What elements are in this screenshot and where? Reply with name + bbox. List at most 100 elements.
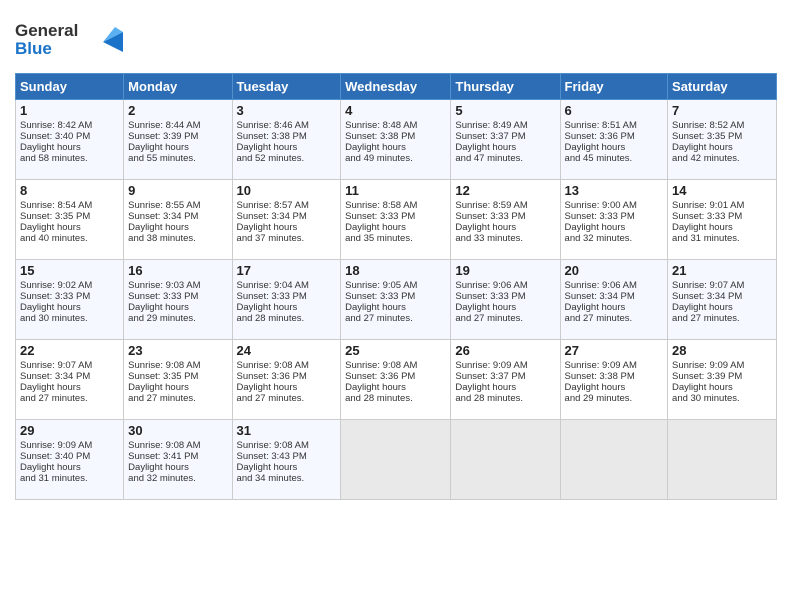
- sunset-text: Sunset: 3:40 PM: [20, 131, 119, 142]
- sunrise-text: Sunrise: 9:08 AM: [345, 360, 446, 371]
- day-number: 29: [20, 423, 119, 438]
- daylight-minutes: and 27 minutes.: [565, 313, 664, 324]
- daylight-text: Daylight hours: [20, 222, 119, 233]
- sunrise-text: Sunrise: 9:08 AM: [237, 360, 337, 371]
- sunset-text: Sunset: 3:34 PM: [237, 211, 337, 222]
- calendar-cell: 20Sunrise: 9:06 AMSunset: 3:34 PMDayligh…: [560, 260, 668, 340]
- sunset-text: Sunset: 3:35 PM: [20, 211, 119, 222]
- sunrise-text: Sunrise: 9:08 AM: [237, 440, 337, 451]
- daylight-text: Daylight hours: [128, 222, 227, 233]
- daylight-text: Daylight hours: [455, 142, 555, 153]
- calendar-cell: 4Sunrise: 8:48 AMSunset: 3:38 PMDaylight…: [341, 100, 451, 180]
- daylight-text: Daylight hours: [672, 142, 772, 153]
- sunrise-text: Sunrise: 8:59 AM: [455, 200, 555, 211]
- sunrise-text: Sunrise: 9:06 AM: [455, 280, 555, 291]
- daylight-minutes: and 27 minutes.: [20, 393, 119, 404]
- sunset-text: Sunset: 3:34 PM: [565, 291, 664, 302]
- daylight-text: Daylight hours: [672, 222, 772, 233]
- daylight-text: Daylight hours: [20, 382, 119, 393]
- calendar-cell: 19Sunrise: 9:06 AMSunset: 3:33 PMDayligh…: [451, 260, 560, 340]
- sunset-text: Sunset: 3:33 PM: [345, 211, 446, 222]
- daylight-text: Daylight hours: [128, 462, 227, 473]
- calendar-cell: 2Sunrise: 8:44 AMSunset: 3:39 PMDaylight…: [124, 100, 232, 180]
- daylight-minutes: and 28 minutes.: [345, 393, 446, 404]
- day-number: 5: [455, 103, 555, 118]
- calendar-cell: 5Sunrise: 8:49 AMSunset: 3:37 PMDaylight…: [451, 100, 560, 180]
- day-number: 21: [672, 263, 772, 278]
- calendar-cell: 11Sunrise: 8:58 AMSunset: 3:33 PMDayligh…: [341, 180, 451, 260]
- sunrise-text: Sunrise: 9:08 AM: [128, 440, 227, 451]
- daylight-minutes: and 49 minutes.: [345, 153, 446, 164]
- sunset-text: Sunset: 3:37 PM: [455, 131, 555, 142]
- calendar-cell: 12Sunrise: 8:59 AMSunset: 3:33 PMDayligh…: [451, 180, 560, 260]
- sunrise-text: Sunrise: 8:58 AM: [345, 200, 446, 211]
- sunrise-text: Sunrise: 9:09 AM: [20, 440, 119, 451]
- sunrise-text: Sunrise: 9:09 AM: [565, 360, 664, 371]
- daylight-text: Daylight hours: [345, 142, 446, 153]
- sunrise-text: Sunrise: 9:07 AM: [672, 280, 772, 291]
- daylight-text: Daylight hours: [20, 462, 119, 473]
- day-number: 4: [345, 103, 446, 118]
- daylight-minutes: and 52 minutes.: [237, 153, 337, 164]
- daylight-minutes: and 45 minutes.: [565, 153, 664, 164]
- day-number: 8: [20, 183, 119, 198]
- daylight-minutes: and 27 minutes.: [128, 393, 227, 404]
- day-number: 7: [672, 103, 772, 118]
- daylight-text: Daylight hours: [128, 302, 227, 313]
- svg-text:General: General: [15, 21, 78, 40]
- daylight-minutes: and 47 minutes.: [455, 153, 555, 164]
- day-number: 3: [237, 103, 337, 118]
- calendar-cell: [560, 420, 668, 500]
- calendar-cell: 9Sunrise: 8:55 AMSunset: 3:34 PMDaylight…: [124, 180, 232, 260]
- calendar-cell: 18Sunrise: 9:05 AMSunset: 3:33 PMDayligh…: [341, 260, 451, 340]
- sunrise-text: Sunrise: 9:00 AM: [565, 200, 664, 211]
- daylight-text: Daylight hours: [345, 382, 446, 393]
- day-number: 11: [345, 183, 446, 198]
- sunset-text: Sunset: 3:33 PM: [345, 291, 446, 302]
- sunrise-text: Sunrise: 9:07 AM: [20, 360, 119, 371]
- sunrise-text: Sunrise: 9:01 AM: [672, 200, 772, 211]
- daylight-minutes: and 30 minutes.: [20, 313, 119, 324]
- daylight-text: Daylight hours: [128, 142, 227, 153]
- daylight-text: Daylight hours: [565, 302, 664, 313]
- calendar-cell: 29Sunrise: 9:09 AMSunset: 3:40 PMDayligh…: [16, 420, 124, 500]
- day-number: 31: [237, 423, 337, 438]
- sunrise-text: Sunrise: 9:09 AM: [672, 360, 772, 371]
- sunset-text: Sunset: 3:34 PM: [128, 211, 227, 222]
- calendar-cell: 24Sunrise: 9:08 AMSunset: 3:36 PMDayligh…: [232, 340, 341, 420]
- sunset-text: Sunset: 3:35 PM: [672, 131, 772, 142]
- calendar-cell: 30Sunrise: 9:08 AMSunset: 3:41 PMDayligh…: [124, 420, 232, 500]
- daylight-text: Daylight hours: [345, 302, 446, 313]
- daylight-minutes: and 35 minutes.: [345, 233, 446, 244]
- calendar-cell: 16Sunrise: 9:03 AMSunset: 3:33 PMDayligh…: [124, 260, 232, 340]
- daylight-minutes: and 58 minutes.: [20, 153, 119, 164]
- day-number: 30: [128, 423, 227, 438]
- calendar-table: SundayMondayTuesdayWednesdayThursdayFrid…: [15, 73, 777, 500]
- weekday-header: Thursday: [451, 74, 560, 100]
- sunset-text: Sunset: 3:33 PM: [455, 291, 555, 302]
- day-number: 19: [455, 263, 555, 278]
- sunrise-text: Sunrise: 9:05 AM: [345, 280, 446, 291]
- calendar-cell: 23Sunrise: 9:08 AMSunset: 3:35 PMDayligh…: [124, 340, 232, 420]
- calendar-cell: 6Sunrise: 8:51 AMSunset: 3:36 PMDaylight…: [560, 100, 668, 180]
- calendar-cell: 14Sunrise: 9:01 AMSunset: 3:33 PMDayligh…: [668, 180, 777, 260]
- sunset-text: Sunset: 3:33 PM: [672, 211, 772, 222]
- sunset-text: Sunset: 3:33 PM: [237, 291, 337, 302]
- daylight-text: Daylight hours: [672, 382, 772, 393]
- sunrise-text: Sunrise: 8:57 AM: [237, 200, 337, 211]
- calendar-cell: 8Sunrise: 8:54 AMSunset: 3:35 PMDaylight…: [16, 180, 124, 260]
- daylight-text: Daylight hours: [20, 302, 119, 313]
- sunrise-text: Sunrise: 8:51 AM: [565, 120, 664, 131]
- daylight-minutes: and 29 minutes.: [128, 313, 227, 324]
- weekday-header: Monday: [124, 74, 232, 100]
- sunset-text: Sunset: 3:34 PM: [672, 291, 772, 302]
- calendar-cell: 10Sunrise: 8:57 AMSunset: 3:34 PMDayligh…: [232, 180, 341, 260]
- calendar-cell: 25Sunrise: 9:08 AMSunset: 3:36 PMDayligh…: [341, 340, 451, 420]
- daylight-text: Daylight hours: [455, 382, 555, 393]
- sunset-text: Sunset: 3:36 PM: [565, 131, 664, 142]
- day-number: 12: [455, 183, 555, 198]
- daylight-minutes: and 30 minutes.: [672, 393, 772, 404]
- daylight-minutes: and 55 minutes.: [128, 153, 227, 164]
- daylight-text: Daylight hours: [237, 382, 337, 393]
- daylight-text: Daylight hours: [455, 222, 555, 233]
